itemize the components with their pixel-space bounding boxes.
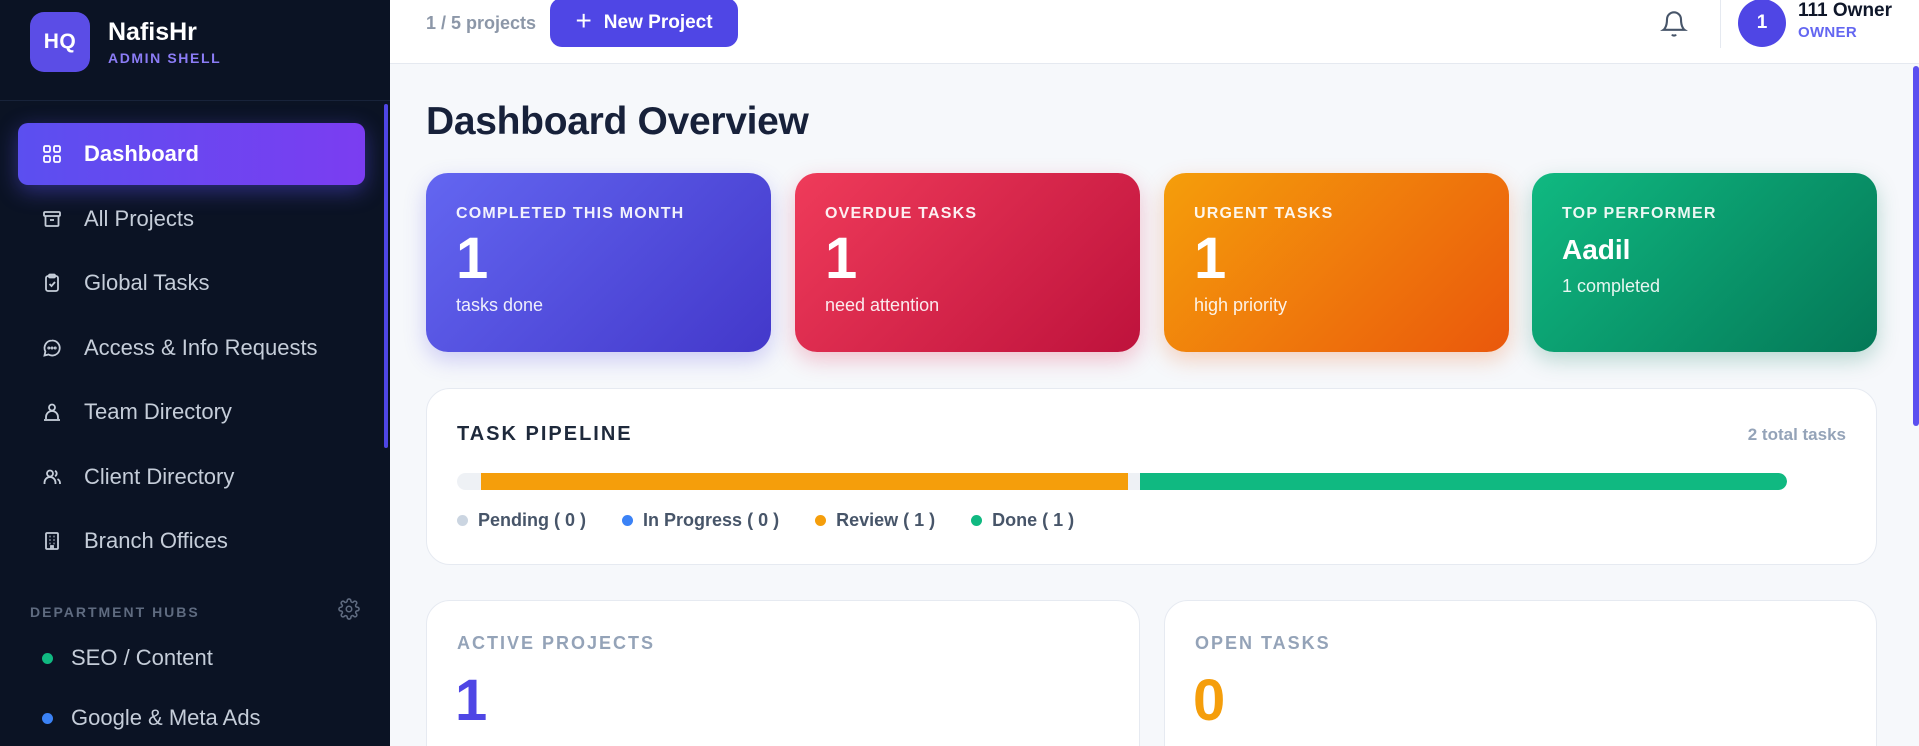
sidebar-item-team-directory[interactable]: Team Directory	[18, 381, 365, 443]
status-dot	[42, 652, 53, 664]
sidebar-item-label: Branch Offices	[84, 528, 228, 553]
legend-dot	[971, 515, 983, 526]
project-count: 1 / 5 projects	[426, 13, 537, 33]
active-projects-card[interactable]: ACTIVE PROJECTS 1	[426, 600, 1140, 746]
sidebar-item-global-tasks[interactable]: Global Tasks	[18, 252, 365, 314]
task-pipeline-card: TASK PIPELINE 2 total tasks Pending ( 0 …	[426, 388, 1877, 565]
plus-icon: +	[575, 4, 592, 36]
open-tasks-card[interactable]: OPEN TASKS 0	[1164, 600, 1877, 746]
legend-label: In Progress	[643, 510, 743, 530]
status-dot	[42, 712, 53, 724]
metric-label: OPEN TASKS	[1195, 633, 1331, 653]
brand-subtitle: ADMIN SHELL	[108, 50, 222, 66]
sidebar: HQ NafisHr ADMIN SHELL Dashboard All Pro…	[0, 0, 390, 746]
user-role: OWNER	[1798, 24, 1857, 41]
stat-value: 1	[456, 226, 489, 291]
sidebar-item-label: Access & Info Requests	[84, 334, 318, 360]
bell-icon[interactable]	[1660, 10, 1688, 38]
stat-card-urgent[interactable]: URGENT TASKS 1 high priority	[1164, 173, 1509, 352]
legend-item-pending: Pending ( 0 )	[457, 510, 586, 531]
chat-icon	[42, 338, 62, 358]
user-name[interactable]: 111 Owner	[1798, 0, 1892, 22]
department-label: SEO / Content	[71, 645, 213, 670]
sidebar-item-client-directory[interactable]: Client Directory	[18, 446, 365, 508]
pipeline-progress-bar	[457, 473, 1787, 490]
legend-item-review: Review ( 1 )	[815, 510, 935, 531]
legend-item-in-progress: In Progress ( 0 )	[622, 510, 779, 531]
metric-label: ACTIVE PROJECTS	[457, 633, 656, 653]
avatar[interactable]: 1	[1738, 0, 1786, 47]
stat-sub: 1 completed	[1562, 276, 1661, 296]
stat-label: OVERDUE TASKS	[825, 205, 978, 222]
topbar-separator	[1720, 0, 1721, 48]
legend-dot	[457, 515, 468, 526]
stat-value: 1	[1194, 226, 1227, 291]
sidebar-item-branch-offices[interactable]: Branch Offices	[18, 510, 365, 572]
sidebar-item-label: All Projects	[84, 205, 195, 231]
sidebar-nav: Dashboard All Projects Global Tasks Acce…	[18, 123, 365, 575]
pipeline-segment-review	[481, 473, 1128, 490]
legend-count: 1	[1053, 510, 1064, 530]
sidebar-divider	[0, 100, 390, 101]
stat-sub: high priority	[1194, 295, 1288, 315]
metric-value: 0	[1193, 668, 1226, 733]
sidebar-item-label: Dashboard	[84, 141, 199, 166]
sidebar-item-label: Team Directory	[84, 399, 232, 424]
page-title: Dashboard Overview	[426, 100, 809, 143]
topbar: 1 / 5 projects + New Project 1 111 Owner…	[390, 0, 1919, 64]
brand-name: NafisHr	[108, 18, 197, 46]
archive-icon	[42, 209, 62, 229]
stat-sub: need attention	[825, 295, 940, 315]
pipeline-total: 2 total tasks	[1747, 425, 1846, 444]
sidebar-item-access-requests[interactable]: Access & Info Requests	[18, 317, 365, 379]
stat-label: COMPLETED THIS MONTH	[456, 205, 685, 222]
stat-value: 1	[825, 226, 858, 291]
new-project-label: New Project	[603, 11, 713, 33]
department-hubs-header: DEPARTMENT HUBS	[30, 598, 360, 625]
legend-count: 1	[914, 510, 925, 530]
brand-logo: HQ	[30, 12, 90, 72]
sidebar-item-all-projects[interactable]: All Projects	[18, 188, 365, 250]
stat-card-top-performer[interactable]: TOP PERFORMER Aadil 1 completed	[1532, 173, 1877, 352]
stat-sub: tasks done	[456, 295, 544, 315]
legend-dot	[815, 515, 827, 526]
legend-label: Pending	[478, 510, 549, 530]
top-performer-name: Aadil	[1562, 234, 1631, 265]
pipeline-legend: Pending ( 0 ) In Progress ( 0 ) Review (…	[457, 510, 1074, 531]
legend-dot	[622, 515, 634, 526]
pipeline-title: TASK PIPELINE	[457, 423, 633, 445]
stat-label: TOP PERFORMER	[1562, 205, 1717, 222]
sidebar-item-dashboard[interactable]: Dashboard	[18, 123, 365, 185]
main-scrollbar[interactable]	[1913, 66, 1919, 426]
grid-icon	[42, 144, 62, 164]
legend-item-done: Done ( 1 )	[971, 510, 1074, 531]
brand[interactable]: HQ NafisHr ADMIN SHELL	[30, 12, 221, 72]
stat-card-completed[interactable]: COMPLETED THIS MONTH 1 tasks done	[426, 173, 771, 352]
clipboard-icon	[42, 273, 62, 293]
sidebar-scrollbar[interactable]	[384, 104, 388, 448]
department-label: Google & Meta Ads	[71, 705, 261, 730]
sidebar-item-label: Client Directory	[84, 463, 235, 489]
department-item-ads[interactable]: Google & Meta Ads	[42, 705, 261, 731]
pipeline-segment-done	[1140, 473, 1787, 490]
legend-label: Done	[992, 510, 1038, 530]
department-item-seo[interactable]: SEO / Content	[42, 645, 213, 671]
sidebar-item-label: Global Tasks	[84, 270, 210, 295]
gear-icon[interactable]	[338, 598, 360, 625]
legend-count: 0	[565, 510, 576, 530]
user-network-icon	[42, 402, 62, 422]
legend-label: Review	[836, 510, 899, 530]
department-hubs-title: DEPARTMENT HUBS	[30, 603, 200, 620]
metric-value: 1	[455, 668, 488, 733]
stat-label: URGENT TASKS	[1194, 205, 1334, 222]
stat-card-overdue[interactable]: OVERDUE TASKS 1 need attention	[795, 173, 1140, 352]
legend-count: 0	[758, 510, 769, 530]
building-icon	[42, 531, 62, 551]
new-project-button[interactable]: + New Project	[550, 0, 738, 47]
users-icon	[42, 467, 62, 487]
